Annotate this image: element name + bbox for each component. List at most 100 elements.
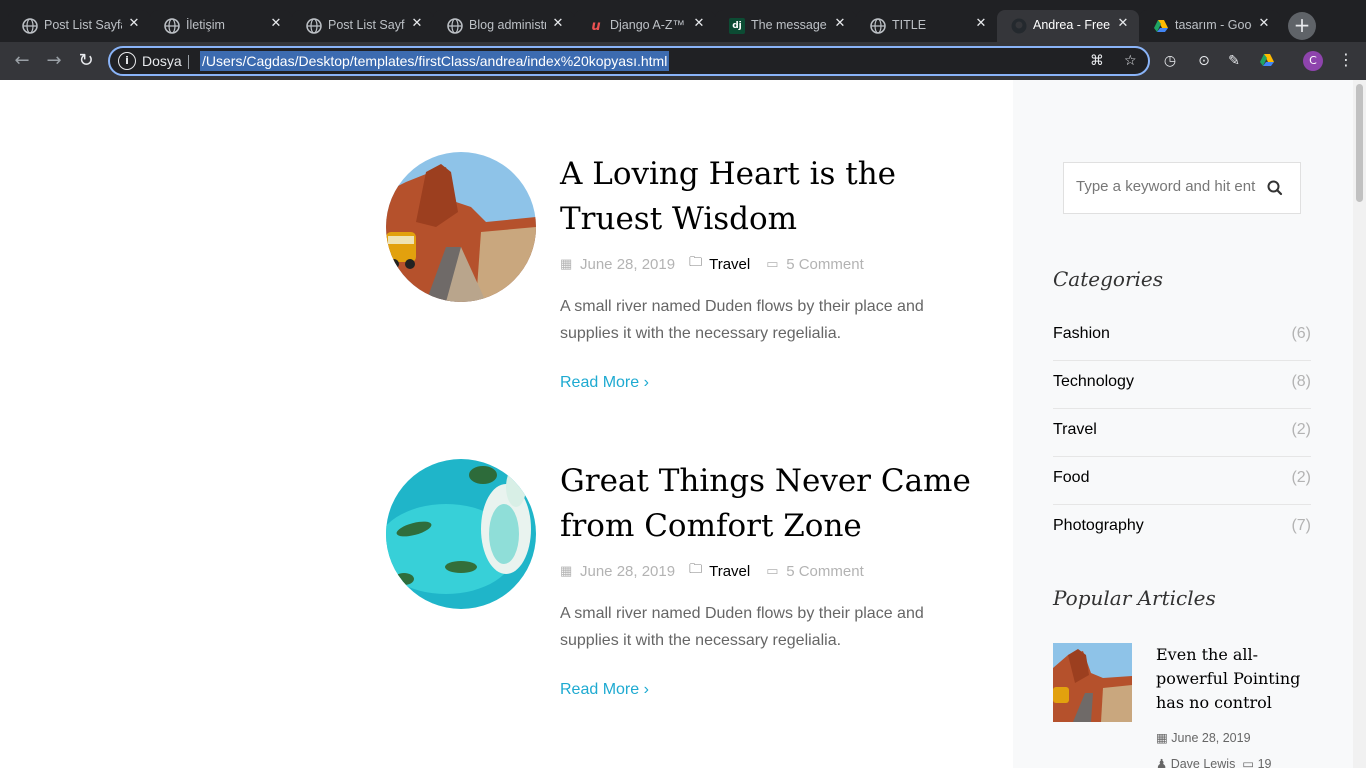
address-url[interactable]: /Users/Cagdas/Desktop/templates/firstCla… [200,51,670,71]
post-category[interactable]: Travel [709,563,750,580]
info-icon[interactable]: i [118,52,136,70]
close-icon[interactable]: ✕ [268,16,284,32]
category-count: (2) [1291,469,1311,486]
globe-icon [164,18,180,34]
browser-tab[interactable]: Blog administration ✕ [433,10,574,42]
category-item[interactable]: Photography (7) [1053,505,1311,553]
calendar-icon: ▦ [1156,731,1168,745]
folder-icon: 🗀 [689,254,703,269]
tab-title: TITLE [892,18,927,32]
post-title[interactable]: A Loving Heart is the Truest Wisdom [560,152,980,242]
globe-icon [306,18,322,34]
browser-tab[interactable]: TITLE ✕ [856,10,997,42]
post-excerpt: A small river named Duden flows by their… [560,605,924,649]
popular-article-author-row: ♟ Dave Lewis ▭ 19 [1156,756,1272,768]
back-icon[interactable]: ← [10,50,34,72]
post-meta: ▦ June 28, 2019 🗀 Travel ▭ 5 Comment [560,254,864,274]
browser-tab[interactable]: tasarım - Google ✕ [1139,10,1280,42]
tab-title: Post List Sayfası [44,18,122,32]
close-icon[interactable]: ✕ [973,16,989,32]
post-meta: ▦ June 28, 2019 🗀 Travel ▭ 5 Comment [560,561,864,581]
browser-tab-active[interactable]: Andrea - Free ✕ [997,10,1139,42]
browser-toolbar: ← → ↻ i Dosya /Users/Cagdas/Desktop/temp… [0,42,1366,80]
categories-heading: Categories [1053,267,1163,291]
forward-icon[interactable]: → [42,50,66,72]
read-more-label: Read More [560,681,640,698]
category-name: Fashion [1053,325,1110,342]
close-icon[interactable]: ✕ [550,16,566,32]
address-bar[interactable]: i Dosya /Users/Cagdas/Desktop/templates/… [108,46,1150,76]
popular-article-author[interactable]: Dave Lewis [1171,757,1236,768]
popular-article-title[interactable]: Even the all-powerful Pointing has no co… [1156,643,1306,715]
new-tab-button[interactable]: + [1288,12,1316,40]
search-icon[interactable] [1266,179,1284,197]
browser-tab[interactable]: u Django A-Z™ ✕ [574,10,715,42]
browser-tab[interactable]: dj The message ✕ [715,10,856,42]
translate-icon[interactable]: ⌘ [1090,53,1104,69]
extension-pen-icon[interactable]: ✎ [1225,52,1243,70]
category-item[interactable]: Fashion (6) [1053,313,1311,361]
category-name: Photography [1053,517,1144,534]
close-icon[interactable]: ✕ [1256,16,1272,32]
page-content: A Loving Heart is the Truest Wisdom ▦ Ju… [0,80,1366,768]
udemy-icon: u [591,18,601,34]
read-more-label: Read More [560,374,640,391]
scrollbar-thumb[interactable] [1356,84,1363,202]
post-comments[interactable]: 5 Comment [786,563,864,580]
extension-timer-icon[interactable]: ◷ [1161,52,1179,70]
read-more-link[interactable]: Read More › [560,681,649,699]
profile-avatar[interactable]: C [1303,51,1323,71]
popular-article-comments[interactable]: 19 [1258,757,1272,768]
user-icon: ♟ [1156,757,1168,768]
close-icon[interactable]: ✕ [409,16,425,32]
tab-title: The message [751,18,827,32]
category-count: (8) [1291,373,1311,390]
extension-location-icon[interactable]: ⊙ [1195,52,1213,70]
category-count: (2) [1291,421,1311,438]
reload-icon[interactable]: ↻ [74,50,98,72]
search-input[interactable] [1076,178,1256,195]
category-item[interactable]: Technology (8) [1053,361,1311,409]
comment-icon: ▭ [766,256,779,271]
django-icon: dj [729,18,745,34]
close-icon[interactable]: ✕ [1115,16,1131,32]
address-divider [188,55,189,69]
category-item[interactable]: Travel (2) [1053,409,1311,457]
read-more-link[interactable]: Read More › [560,374,649,392]
tab-title: Post List Sayfası [328,18,405,32]
post-title[interactable]: Great Things Never Came from Comfort Zon… [560,459,980,549]
post-excerpt: A small river named Duden flows by their… [560,298,924,342]
calendar-icon: ▦ [560,563,573,578]
google-drive-icon [1153,18,1169,34]
tab-title: İletişim [186,18,225,32]
chevron-right-icon: › [639,681,649,698]
close-icon[interactable]: ✕ [126,16,142,32]
address-scheme-label: Dosya [142,53,182,69]
browser-tabstrip: Post List Sayfası ✕ İletişim ✕ Post List… [0,0,1366,42]
close-icon[interactable]: ✕ [832,16,848,32]
post-comments[interactable]: 5 Comment [786,256,864,273]
popular-article-thumbnail[interactable] [1053,643,1132,722]
category-item[interactable]: Food (2) [1053,457,1311,505]
post-date: June 28, 2019 [580,255,676,273]
browser-tab[interactable]: Post List Sayfası ✕ [8,10,150,42]
post-category[interactable]: Travel [709,256,750,273]
bookmark-star-icon[interactable]: ☆ [1124,53,1137,69]
browser-tab[interactable]: İletişim ✕ [150,10,292,42]
post-thumbnail[interactable] [386,459,536,609]
close-icon[interactable]: ✕ [691,16,707,32]
google-drive-extension-icon[interactable] [1258,52,1276,70]
search-box [1063,162,1301,214]
category-name: Food [1053,469,1090,486]
globe-icon [447,18,463,34]
comment-icon: ▭ [766,563,779,578]
tab-title: tasarım - Google [1175,18,1252,32]
popular-articles-heading: Popular Articles [1053,586,1216,610]
browser-tab[interactable]: Post List Sayfası ✕ [292,10,433,42]
menu-kebab-icon[interactable]: ⋮ [1338,50,1354,69]
popular-article-date: June 28, 2019 [1171,731,1251,745]
globe-icon [870,18,886,34]
post-thumbnail[interactable] [386,152,536,302]
category-name: Travel [1053,421,1097,438]
page-scrollbar[interactable] [1353,80,1366,768]
